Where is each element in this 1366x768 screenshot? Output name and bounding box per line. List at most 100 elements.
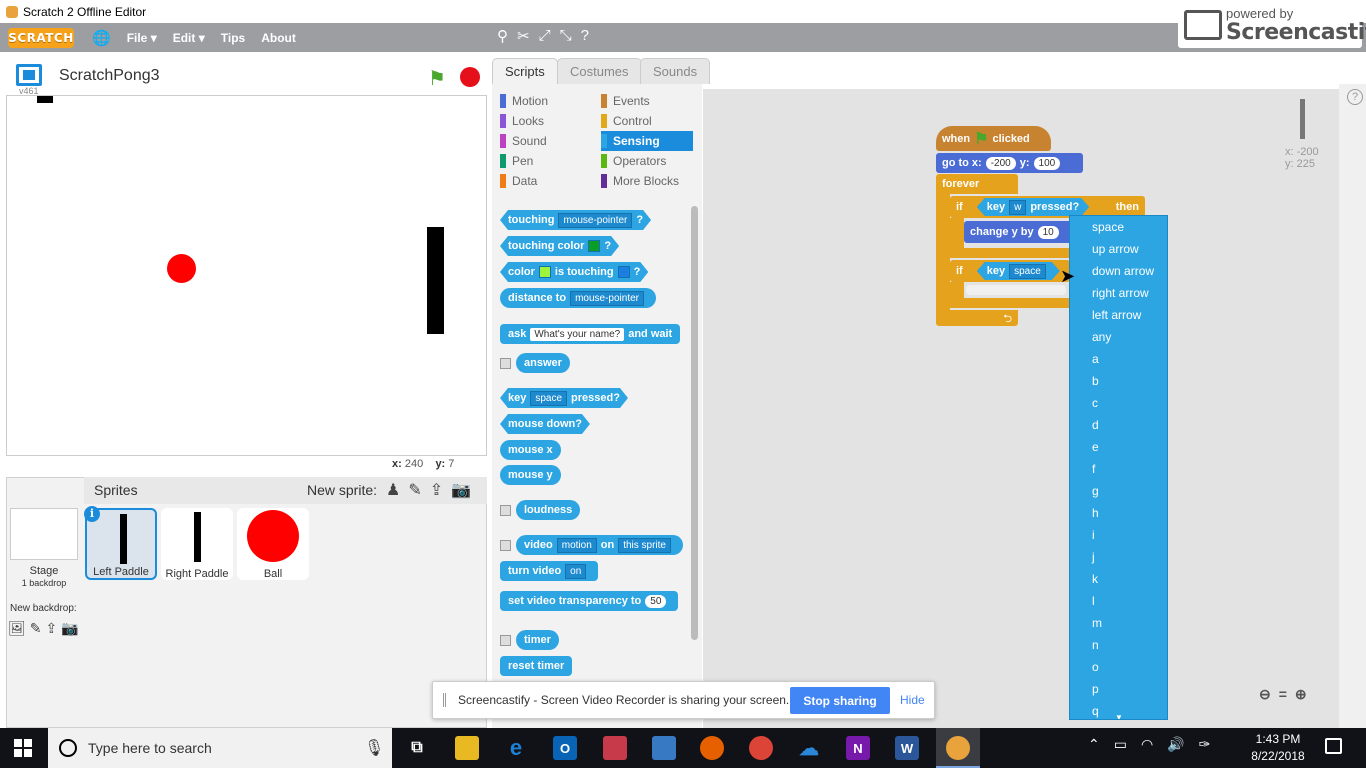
dropdown-item[interactable]: j (1092, 550, 1095, 564)
scratch-taskbar-button[interactable] (936, 728, 980, 768)
dropdown-item[interactable]: c (1092, 396, 1098, 410)
category-data[interactable]: Data (500, 171, 592, 191)
category-sensing[interactable]: Sensing (601, 131, 693, 151)
script-area[interactable] (703, 89, 1339, 728)
project-name[interactable]: ScratchPong3 (59, 67, 160, 85)
outlook-icon[interactable]: O (553, 736, 577, 760)
microphone-icon[interactable]: 🎙 (364, 738, 384, 758)
camera-backdrop-icon[interactable]: 📷 (61, 620, 78, 637)
dropdown-item[interactable]: f (1092, 462, 1095, 476)
dropdown-item[interactable]: up arrow (1092, 242, 1139, 256)
block-forever[interactable]: forever (936, 174, 1018, 194)
key-dropdown-menu[interactable]: space up arrow down arrow right arrow le… (1069, 215, 1168, 720)
block-go-to-xy[interactable]: go to x: -200 y: 100 (936, 153, 1083, 173)
scratch-logo[interactable]: SCRATCH (8, 27, 74, 48)
sprite-thumb-ball[interactable]: Ball (237, 508, 309, 580)
zoom-in-icon[interactable]: ⊕ (1295, 686, 1307, 703)
stage-canvas[interactable] (6, 95, 487, 456)
pen-workspace-icon[interactable]: ✑ (1199, 736, 1211, 753)
green-flag-icon[interactable]: ⚑ (428, 66, 446, 91)
category-operators[interactable]: Operators (601, 151, 693, 171)
sprite-info-icon[interactable]: i (84, 506, 100, 522)
dropdown-item[interactable]: b (1092, 374, 1099, 388)
block-video-on[interactable]: video motion on this sprite (516, 535, 683, 555)
help-block-icon[interactable]: ? (581, 27, 589, 45)
ball-sprite[interactable] (167, 254, 196, 283)
hat-when-flag-clicked[interactable]: when ⚑ clicked (936, 126, 1051, 151)
wifi-icon[interactable]: ◠ (1141, 736, 1153, 753)
battery-icon[interactable]: ▭ (1114, 736, 1127, 753)
left-paddle-sprite[interactable] (37, 96, 53, 103)
block-touching[interactable]: touching mouse-pointer? (500, 210, 651, 230)
show-hidden-icons-icon[interactable]: ⌃ (1088, 736, 1100, 753)
right-paddle-sprite[interactable] (427, 227, 444, 334)
dropdown-item[interactable]: down arrow (1092, 264, 1154, 278)
dropdown-item[interactable]: left arrow (1092, 308, 1141, 322)
paint-app-icon[interactable] (603, 736, 627, 760)
block-touching-color[interactable]: touching color? (500, 236, 619, 256)
answer-checkbox[interactable] (500, 358, 511, 369)
dropdown-item[interactable]: e (1092, 440, 1099, 454)
backdrop-library-icon[interactable]: 🖼 (8, 620, 26, 637)
tab-sounds[interactable]: Sounds (640, 58, 711, 84)
tab-scripts[interactable]: Scripts (492, 58, 558, 84)
delete-cut-icon[interactable]: ✂ (517, 27, 530, 45)
dropdown-item[interactable]: i (1092, 528, 1095, 542)
task-view-icon[interactable]: ⧉ (405, 736, 429, 760)
block-answer[interactable]: answer (516, 353, 570, 373)
category-looks[interactable]: Looks (500, 111, 592, 131)
language-globe-icon[interactable]: 🌐 (92, 29, 111, 47)
onedrive-icon[interactable]: ☁ (797, 736, 821, 760)
grow-icon[interactable]: ⤢ (539, 27, 551, 45)
zoom-out-icon[interactable]: ⊖ (1259, 686, 1271, 703)
dropdown-item[interactable]: k (1092, 572, 1098, 586)
volume-icon[interactable]: 🔊 (1167, 736, 1184, 753)
tab-costumes[interactable]: Costumes (557, 58, 642, 84)
menu-tips[interactable]: Tips (221, 31, 245, 45)
file-explorer-icon[interactable] (455, 736, 479, 760)
shrink-icon[interactable]: ⤡ (560, 27, 572, 45)
category-sound[interactable]: Sound (500, 131, 592, 151)
onenote-icon[interactable]: N (846, 736, 870, 760)
help-icon[interactable]: ? (1347, 89, 1363, 105)
dropdown-item[interactable]: g (1092, 484, 1099, 498)
dropdown-item[interactable]: h (1092, 506, 1099, 520)
palette-scrollbar[interactable] (691, 206, 698, 640)
dropdown-item[interactable]: d (1092, 418, 1099, 432)
loudness-checkbox[interactable] (500, 505, 511, 516)
upload-backdrop-icon[interactable]: ⇪ (46, 620, 58, 637)
presentation-mode-icon[interactable] (16, 64, 42, 86)
zoom-reset-icon[interactable]: = (1279, 686, 1287, 703)
menu-file[interactable]: File ▾ (127, 31, 157, 45)
stage-thumbnail[interactable] (10, 508, 78, 560)
menu-edit[interactable]: Edit ▾ (173, 31, 205, 45)
drag-handle-icon[interactable] (443, 693, 446, 707)
dropdown-item[interactable]: p (1092, 682, 1099, 696)
paint-backdrop-icon[interactable]: ✎ (30, 620, 42, 637)
control-panel-icon[interactable] (652, 736, 676, 760)
word-icon[interactable]: W (895, 736, 919, 760)
timer-checkbox[interactable] (500, 635, 511, 646)
stop-sign-icon[interactable] (460, 67, 480, 87)
block-key-pressed[interactable]: key space pressed? (500, 388, 628, 408)
block-distance-to[interactable]: distance to mouse-pointer (500, 288, 656, 308)
taskbar-search[interactable]: Type here to search 🎙 (48, 728, 392, 768)
block-mouse-down[interactable]: mouse down? (500, 414, 590, 434)
script-area-scrollbar[interactable] (1339, 84, 1366, 728)
stop-sharing-button[interactable]: Stop sharing (790, 687, 890, 714)
dropdown-item[interactable]: l (1092, 594, 1095, 608)
menu-about[interactable]: About (261, 31, 296, 45)
windows-start-icon[interactable] (14, 739, 32, 757)
edge-browser-icon[interactable]: e (504, 735, 528, 760)
dropdown-item[interactable]: q (1092, 704, 1099, 718)
firefox-icon[interactable] (700, 736, 724, 760)
category-motion[interactable]: Motion (500, 91, 592, 111)
category-events[interactable]: Events (601, 91, 693, 111)
sprite-thumb-right-paddle[interactable]: Right Paddle (161, 508, 233, 580)
dropdown-item[interactable]: o (1092, 660, 1099, 674)
block-mouse-x[interactable]: mouse x (500, 440, 561, 460)
dropdown-item[interactable]: a (1092, 352, 1099, 366)
block-change-y[interactable]: change y by 10 (964, 221, 1074, 243)
block-set-video-transparency[interactable]: set video transparency to 50 (500, 591, 679, 611)
action-center-icon[interactable] (1325, 738, 1342, 754)
